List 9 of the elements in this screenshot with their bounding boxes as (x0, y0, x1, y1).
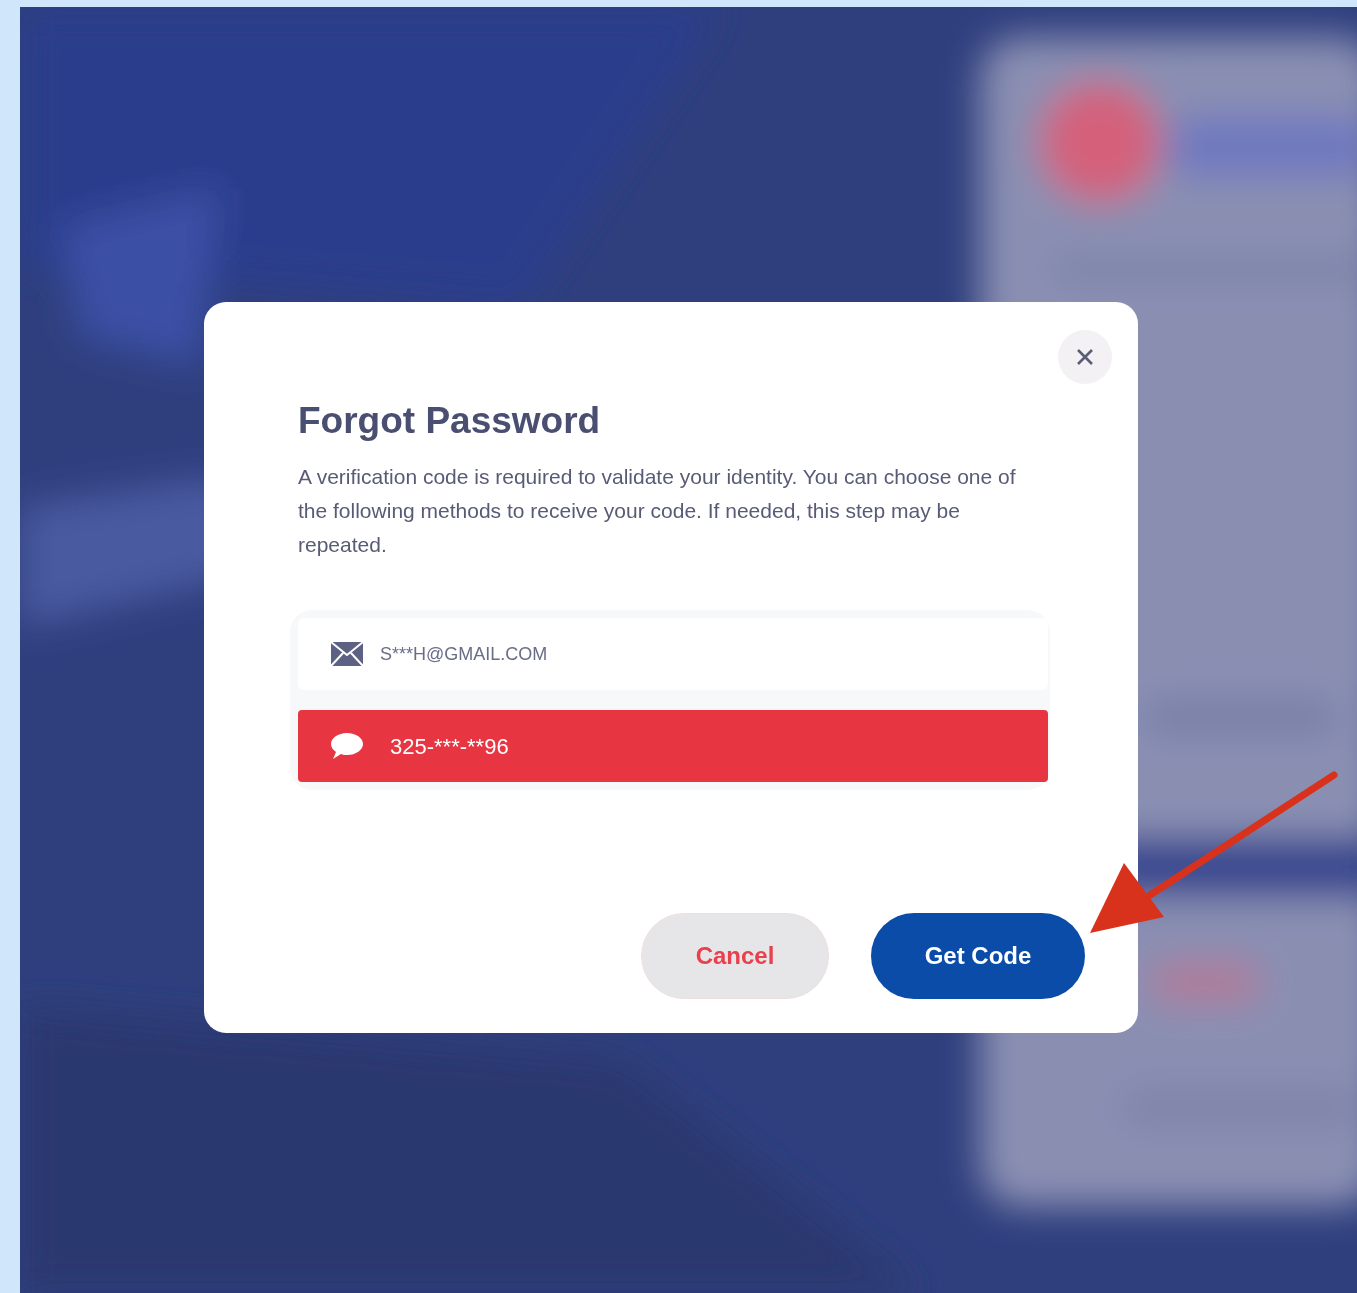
envelope-icon (330, 641, 364, 668)
dialog-title: Forgot Password (298, 399, 601, 443)
cancel-button[interactable]: Cancel (641, 913, 829, 999)
method-option[interactable]: S***H@GMAIL.COM (298, 618, 1048, 691)
method-option[interactable]: 325-***-**96 (298, 710, 1048, 783)
chat-bubble-icon (330, 731, 364, 762)
get-code-button[interactable]: Get Code (871, 913, 1085, 999)
close-icon (1075, 347, 1095, 367)
dialog-description: A verification code is required to validate your identity. You can choose one of the following methods to receive your code. If needed, this step may be repeated. (298, 464, 1017, 559)
